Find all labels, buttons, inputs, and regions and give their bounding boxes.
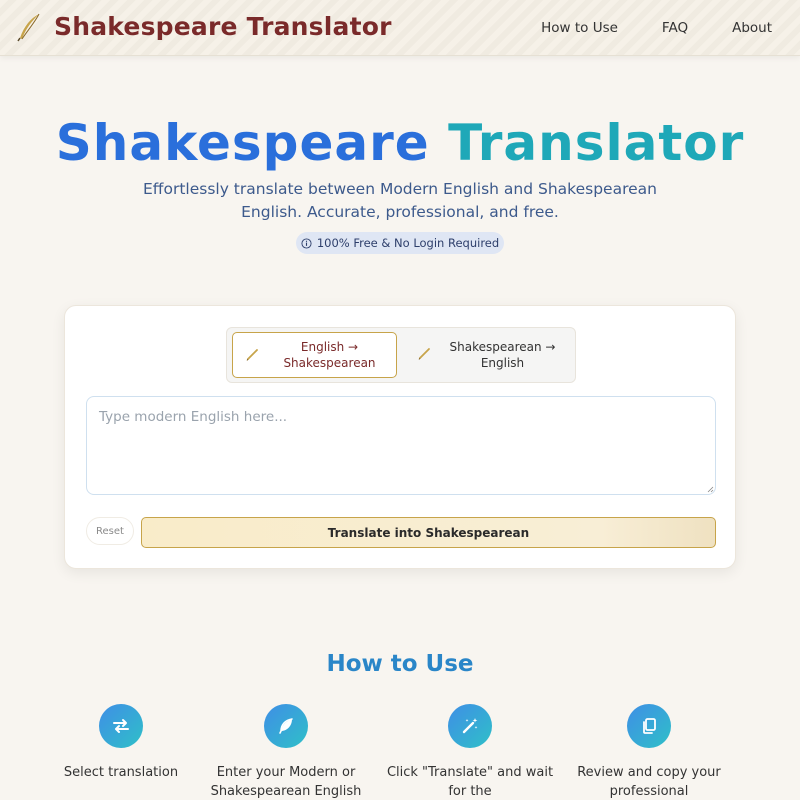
source-text-input[interactable] [86, 396, 716, 495]
translator-card: English → Shakespearean Shakespearean → … [64, 305, 736, 569]
mode-toggle: English → Shakespearean Shakespearean → … [226, 327, 576, 383]
hero-title: Shakespeare Translator [0, 112, 800, 174]
badge-text: 100% Free & No Login Required [316, 236, 500, 250]
swap-arrows-icon [113, 719, 129, 733]
free-badge: 100% Free & No Login Required [296, 232, 504, 254]
hero-subtitle: Effortlessly translate between Modern En… [143, 180, 657, 221]
hero-title-word-1: Shakespeare [55, 114, 430, 172]
step-text: Select translation [63, 765, 179, 780]
mode-english-to-shakespearean[interactable]: English → Shakespearean [232, 332, 397, 378]
quill-icon [246, 349, 258, 361]
quill-icon [418, 348, 430, 360]
mode-shakespearean-to-english[interactable]: Shakespearean → English [405, 332, 570, 378]
nav-about[interactable]: About [732, 20, 772, 36]
site-header: Shakespeare Translator How to Use FAQ Ab… [0, 0, 800, 56]
step-text: Enter your Modern or Shakespearean Engli… [210, 765, 362, 799]
step-icon-circle [627, 704, 671, 748]
nav-how-to-use[interactable]: How to Use [541, 20, 618, 36]
info-icon [301, 237, 312, 249]
mode-label: English → Shakespearean [283, 340, 376, 370]
step-text: Review and copy your professional [577, 765, 721, 799]
feather-icon [279, 718, 293, 734]
step-text: Click "Translate" and wait for the [386, 765, 554, 799]
step-icon-circle [448, 704, 492, 748]
quill-icon [17, 13, 40, 42]
resize-handle-icon[interactable] [707, 486, 714, 493]
brand[interactable]: Shakespeare Translator [16, 12, 392, 42]
magic-wand-icon [462, 718, 478, 734]
main-nav: How to Use FAQ About [525, 0, 800, 56]
hero-title-word-2: Translator [448, 114, 745, 172]
copy-icon [643, 718, 656, 734]
nav-faq[interactable]: FAQ [662, 20, 688, 36]
reset-button[interactable]: Reset [86, 517, 134, 545]
brand-title: Shakespeare Translator [54, 12, 392, 41]
mode-label: Shakespearean → English [449, 340, 556, 370]
step-icon-circle [264, 704, 308, 748]
how-to-use-title: How to Use [326, 651, 474, 677]
step-icon-circle [99, 704, 143, 748]
translate-button[interactable]: Translate into Shakespearean [141, 517, 716, 548]
